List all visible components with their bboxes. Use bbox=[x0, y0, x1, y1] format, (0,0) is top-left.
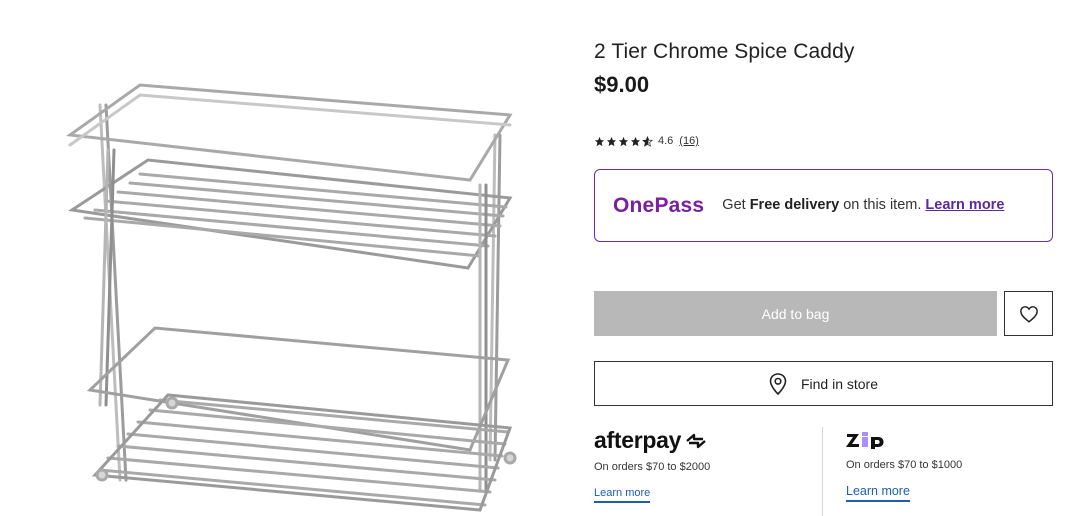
afterpay-learn-more-link[interactable]: Learn more bbox=[594, 487, 651, 503]
onepass-text-bold: Free delivery bbox=[749, 197, 840, 213]
product-rating: 4.6 (16) bbox=[594, 135, 699, 147]
star-icon bbox=[630, 136, 641, 146]
star-icon bbox=[606, 136, 617, 146]
afterpay-logo: afterpay bbox=[594, 427, 809, 454]
onepass-message: Get Free delivery on this item. Learn mo… bbox=[722, 197, 1022, 214]
afterpay-arrows-icon bbox=[686, 433, 706, 448]
add-to-bag-button[interactable]: Add to bag bbox=[594, 291, 997, 336]
onepass-logo-text: OnePass bbox=[613, 193, 705, 217]
zip-logo: zip bbox=[846, 430, 1046, 450]
zip-learn-more-link[interactable]: Learn more bbox=[846, 484, 910, 502]
product-price: $9.00 bbox=[594, 72, 650, 97]
star-icon bbox=[618, 136, 629, 146]
afterpay-section: afterpay On orders $70 to $2000 Learn mo… bbox=[594, 427, 809, 503]
onepass-logo: OnePass bbox=[613, 194, 704, 218]
afterpay-logo-text: afterpay bbox=[594, 427, 682, 453]
afterpay-subtitle: On orders $70 to $2000 bbox=[594, 461, 711, 473]
product-title: 2 Tier Chrome Spice Caddy bbox=[594, 40, 855, 63]
onepass-banner: OnePass Get Free delivery on this item. … bbox=[594, 169, 1053, 242]
star-half-icon bbox=[642, 135, 653, 147]
location-pin-icon bbox=[769, 372, 787, 395]
heart-icon bbox=[1019, 305, 1038, 323]
rating-stars bbox=[594, 135, 653, 147]
wishlist-button[interactable] bbox=[1004, 291, 1053, 336]
rating-value: 4.6 bbox=[658, 135, 674, 147]
find-in-store-button[interactable]: Find in store bbox=[594, 361, 1053, 406]
zip-logo-mark bbox=[846, 432, 884, 449]
product-image bbox=[40, 60, 540, 516]
payment-divider bbox=[822, 427, 823, 516]
zip-subtitle: On orders $70 to $1000 bbox=[846, 459, 963, 471]
find-in-store-label: Find in store bbox=[800, 375, 879, 392]
star-icon bbox=[594, 136, 605, 146]
rating-count-link[interactable]: (16) bbox=[679, 135, 699, 147]
onepass-text-prefix: Get bbox=[722, 197, 750, 213]
onepass-learn-more-link[interactable]: Learn more bbox=[925, 197, 1004, 213]
spice-caddy-image bbox=[65, 83, 517, 512]
onepass-text-suffix: on this item. bbox=[839, 197, 926, 213]
zip-section: zip On orders $70 to $1000 Learn more bbox=[846, 430, 1046, 502]
